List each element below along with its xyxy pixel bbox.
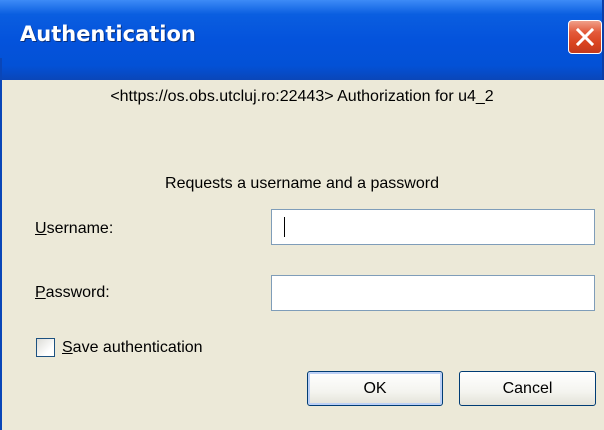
password-label-rest: assword: — [45, 284, 110, 301]
auth-dialog: Authentication <https://os.obs.utcluj.ro… — [0, 0, 604, 430]
username-input[interactable] — [271, 209, 595, 245]
title-bar[interactable]: Authentication — [0, 0, 604, 80]
password-label-accel: P — [35, 284, 46, 301]
auth-request-text: Requests a username and a password — [165, 175, 439, 192]
username-label-accel: U — [35, 220, 47, 237]
password-label: Password: — [35, 284, 110, 302]
auth-realm-message: <https://os.obs.utcluj.ro:22443> Authori… — [110, 88, 494, 105]
save-label-accel: S — [62, 339, 73, 356]
cancel-button[interactable]: Cancel — [459, 371, 596, 406]
username-label: Username: — [35, 220, 113, 238]
text-caret — [284, 217, 285, 237]
close-button[interactable] — [568, 20, 602, 54]
save-authentication-label[interactable]: Save authentication — [62, 339, 203, 357]
window-frame-left — [0, 58, 2, 430]
save-authentication-checkbox[interactable] — [36, 338, 55, 357]
save-label-rest: ave authentication — [72, 339, 203, 356]
window-title: Authentication — [20, 22, 196, 46]
ok-button[interactable]: OK — [307, 371, 443, 406]
password-input[interactable] — [271, 275, 595, 311]
username-label-rest: sername: — [46, 220, 114, 237]
